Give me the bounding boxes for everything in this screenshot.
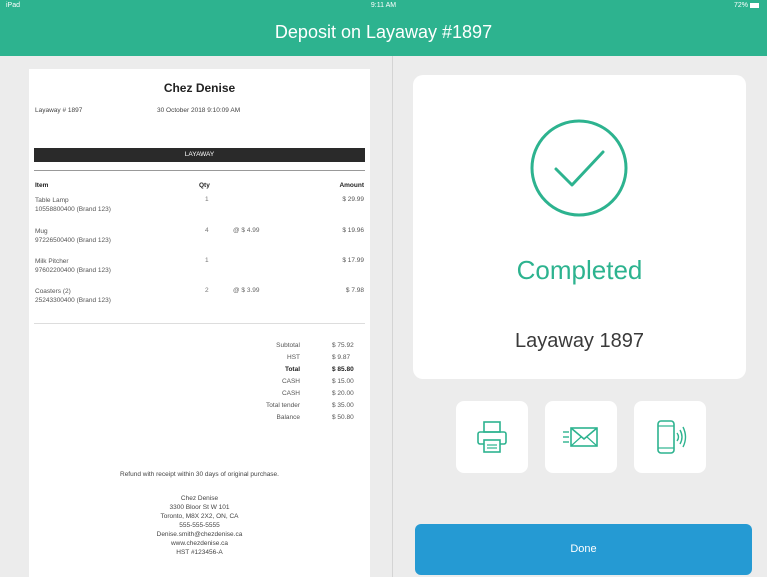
receipt: Chez Denise Layaway # 1897 30 October 20… <box>29 69 370 577</box>
nfc-button[interactable] <box>634 401 706 473</box>
store-name: Chez Denise <box>163 81 236 95</box>
divider <box>34 323 365 324</box>
item-name: Table Lamp <box>35 197 69 204</box>
item-unit-price: @ $ 3.99 <box>233 287 260 294</box>
item-qty: 2 <box>205 287 209 294</box>
address-email: Denise.smith@chezdenise.ca <box>156 531 243 538</box>
layaway-band: LAYAWAY <box>34 148 365 162</box>
address-name: Chez Denise <box>180 495 219 502</box>
refund-note: Refund with receipt within 30 days of or… <box>120 471 279 478</box>
address-street: 3300 Bloor St W 101 <box>169 504 230 511</box>
address-web: www.chezdenise.ca <box>170 540 229 547</box>
cash-label: CASH <box>281 378 300 385</box>
checkmark-icon <box>530 119 628 217</box>
print-button[interactable] <box>456 401 528 473</box>
status-bar: iPad 9:11 AM 72% <box>0 2 767 14</box>
envelope-icon <box>563 427 598 447</box>
column-qty: Qty <box>199 182 210 189</box>
phone-tap-icon <box>657 420 687 454</box>
item-name: Coasters (2) <box>35 288 71 295</box>
completion-card: Completed Layaway 1897 <box>413 75 746 379</box>
hst-value: $ 9.87 <box>332 354 351 361</box>
balance-value: $ 50.80 <box>332 414 354 421</box>
cash-value: $ 20.00 <box>332 390 354 397</box>
total-tender-label: Total tender <box>266 402 300 409</box>
item-amount: $ 19.96 <box>342 227 364 234</box>
line-item: Table Lamp 10558800400 (Brand 123) <box>35 196 111 214</box>
address-hst: HST #123456-A <box>176 549 223 556</box>
battery-indicator: 72% <box>734 2 759 9</box>
line-item: Mug 97226500400 (Brand 123) <box>35 227 111 245</box>
receipt-panel: Chez Denise Layaway # 1897 30 October 20… <box>0 56 393 577</box>
total-tender-value: $ 35.00 <box>332 402 354 409</box>
item-sku: 97602200400 (Brand 123) <box>35 267 111 274</box>
total-value: $ 85.80 <box>332 366 354 373</box>
item-qty: 4 <box>205 227 209 234</box>
balance-label: Balance <box>276 414 301 421</box>
result-panel: Completed Layaway 1897 Done <box>394 56 767 577</box>
cash-value: $ 15.00 <box>332 378 354 385</box>
layaway-number: Layaway # 1897 <box>35 107 83 114</box>
address-phone: 555-555-5555 <box>179 522 220 529</box>
line-item: Milk Pitcher 97602200400 (Brand 123) <box>35 257 111 275</box>
item-amount: $ 17.99 <box>342 257 364 264</box>
clock: 9:11 AM <box>370 2 397 9</box>
column-item: Item <box>35 182 49 189</box>
done-button[interactable]: Done <box>415 524 752 575</box>
address-city: Toronto, M8X 2X2, ON, CA <box>160 513 239 520</box>
column-amount: Amount <box>339 182 364 189</box>
printer-icon <box>477 421 507 453</box>
item-sku: 25243300400 (Brand 123) <box>35 297 111 304</box>
line-item: Coasters (2) 25243300400 (Brand 123) <box>35 287 111 305</box>
battery-icon <box>750 2 759 8</box>
layaway-label: Layaway 1897 <box>515 330 644 352</box>
battery-percent: 72% <box>733 2 748 9</box>
item-name: Mug <box>35 228 48 235</box>
total-label: Total <box>284 366 300 373</box>
receipt-date: 30 October 2018 9:10:09 AM <box>157 107 241 114</box>
item-amount: $ 7.98 <box>345 287 364 294</box>
item-name: Milk Pitcher <box>35 258 69 265</box>
item-qty: 1 <box>205 257 209 264</box>
item-sku: 10558800400 (Brand 123) <box>35 206 111 213</box>
divider <box>34 170 365 171</box>
status-label: Completed <box>516 255 643 285</box>
item-amount: $ 29.99 <box>342 196 364 203</box>
hst-label: HST <box>287 354 300 361</box>
subtotal-value: $ 75.92 <box>332 342 354 349</box>
item-qty: 1 <box>205 196 209 203</box>
header-bar: iPad 9:11 AM 72% Deposit on Layaway #189… <box>0 0 767 56</box>
cash-label: CASH <box>281 390 300 397</box>
email-button[interactable] <box>545 401 617 473</box>
item-sku: 97226500400 (Brand 123) <box>35 237 111 244</box>
item-unit-price: @ $ 4.99 <box>233 227 260 234</box>
page-title: Deposit on Layaway #1897 <box>274 22 493 42</box>
subtotal-label: Subtotal <box>276 342 300 349</box>
store-address: Chez Denise 3300 Bloor St W 101 Toronto,… <box>29 494 370 557</box>
